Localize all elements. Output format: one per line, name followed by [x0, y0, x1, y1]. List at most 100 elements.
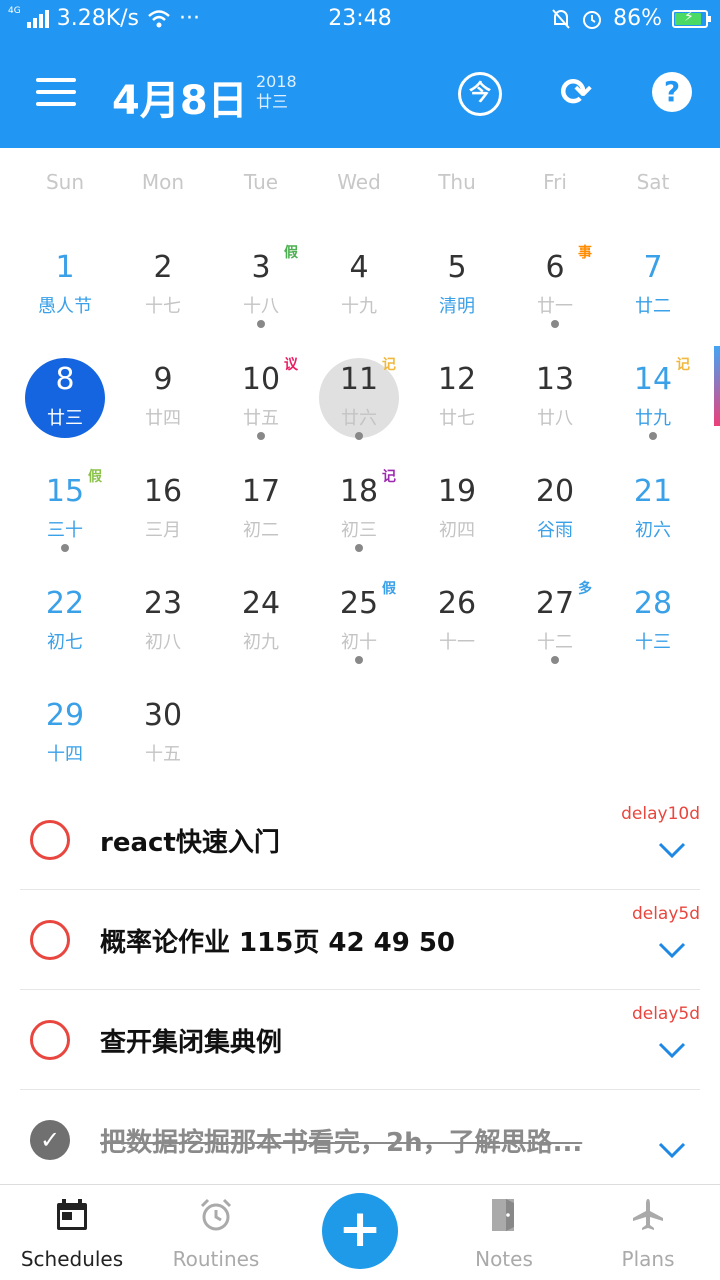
- calendar-day[interactable]: 22 初七: [16, 568, 114, 680]
- event-dot: [355, 544, 363, 552]
- task-checked-icon[interactable]: ✓: [30, 1120, 70, 1160]
- day-number: 13: [535, 362, 575, 397]
- nav-routines[interactable]: Routines: [144, 1185, 288, 1280]
- calendar-day[interactable]: 16 三月: [114, 456, 212, 568]
- day-lunar: 初四: [439, 520, 475, 541]
- day-number: 29: [45, 698, 85, 733]
- calendar-day[interactable]: 19 初四: [408, 456, 506, 568]
- lunar-label: 廿三: [256, 92, 289, 111]
- calendar-day[interactable]: 5 清明: [408, 232, 506, 344]
- day-number: 17: [241, 474, 281, 509]
- calendar-day[interactable]: 15 三十假: [16, 456, 114, 568]
- calendar-icon: [57, 1199, 87, 1230]
- calendar-day[interactable]: 30 十五: [114, 680, 212, 792]
- today-button[interactable]: 今: [458, 72, 502, 116]
- status-right: 86% ⚡: [551, 6, 711, 31]
- day-tag: 假: [284, 245, 298, 261]
- calendar-day[interactable]: 20 谷雨: [506, 456, 604, 568]
- current-date[interactable]: 4月8日: [112, 68, 248, 126]
- side-drawer-handle[interactable]: [714, 346, 720, 426]
- day-number: 9: [153, 362, 173, 397]
- event-dot: [551, 320, 559, 328]
- day-lunar: 十九: [341, 296, 377, 317]
- nav-routines-label: Routines: [172, 1247, 260, 1271]
- nav-notes[interactable]: Notes: [432, 1185, 576, 1280]
- weekday-thu: Thu: [438, 170, 476, 194]
- day-lunar: 十七: [145, 296, 181, 317]
- day-number: 22: [45, 586, 85, 621]
- calendar-day[interactable]: 3 十八假: [212, 232, 310, 344]
- calendar-day[interactable]: 13 廿八: [506, 344, 604, 456]
- calendar-day[interactable]: 24 初九: [212, 568, 310, 680]
- calendar-day[interactable]: 14 廿九记: [604, 344, 702, 456]
- calendar-day[interactable]: 29 十四: [16, 680, 114, 792]
- task-checkbox[interactable]: [30, 820, 70, 860]
- task-item[interactable]: react快速入门 delay10d: [20, 790, 700, 890]
- day-tag: 多: [578, 581, 592, 597]
- day-number: 19: [437, 474, 477, 509]
- add-button[interactable]: +: [322, 1193, 398, 1269]
- calendar-day[interactable]: 4 十九: [310, 232, 408, 344]
- calendar-day[interactable]: 9 廿四: [114, 344, 212, 456]
- battery-icon: ⚡: [672, 8, 711, 28]
- event-dot: [355, 656, 363, 664]
- day-lunar: 初三: [341, 520, 377, 541]
- calendar-day[interactable]: 23 初八: [114, 568, 212, 680]
- day-lunar: 初九: [243, 632, 279, 653]
- charging-icon: ⚡: [684, 8, 694, 25]
- calendar-day[interactable]: 18 初三记: [310, 456, 408, 568]
- calendar-day[interactable]: 28 十三: [604, 568, 702, 680]
- calendar-day[interactable]: 7 廿二: [604, 232, 702, 344]
- calendar-day[interactable]: 25 初十假: [310, 568, 408, 680]
- day-tag: 记: [382, 469, 396, 485]
- calendar-day[interactable]: 12 廿七: [408, 344, 506, 456]
- chevron-down-icon[interactable]: [658, 1040, 686, 1064]
- day-lunar: 廿一: [537, 296, 573, 317]
- day-lunar: 初十: [341, 632, 377, 653]
- nav-plans[interactable]: Plans: [576, 1185, 720, 1280]
- help-button[interactable]: ?: [652, 72, 692, 112]
- sync-icon[interactable]: ⟳: [556, 70, 596, 116]
- date-year-lunar: 2018 廿三: [256, 72, 297, 112]
- day-lunar: 初八: [145, 632, 181, 653]
- calendar-day[interactable]: 26 十一: [408, 568, 506, 680]
- day-tag: 记: [676, 357, 690, 373]
- day-number: 4: [349, 250, 369, 285]
- day-lunar: 廿八: [537, 408, 573, 429]
- day-tag: 记: [382, 357, 396, 373]
- menu-icon[interactable]: [36, 78, 76, 108]
- chevron-down-icon[interactable]: [658, 840, 686, 864]
- chevron-down-icon[interactable]: [658, 940, 686, 964]
- calendar-day[interactable]: 11 廿六记: [310, 344, 408, 456]
- event-dot: [61, 544, 69, 552]
- task-checkbox[interactable]: [30, 1020, 70, 1060]
- day-lunar: 廿七: [439, 408, 475, 429]
- calendar-day[interactable]: 2 十七: [114, 232, 212, 344]
- task-checkbox[interactable]: [30, 920, 70, 960]
- year-label: 2018: [256, 72, 297, 91]
- task-item[interactable]: 概率论作业 115页 42 49 50 delay5d: [20, 890, 700, 990]
- calendar-day[interactable]: 10 廿五议: [212, 344, 310, 456]
- app-header: 4G 3.28K/s ··· 23:48 86% ⚡ 4月8日 2018 廿三 …: [0, 0, 720, 148]
- task-item[interactable]: ✓ 把数据挖掘那本书看完，2h，了解思路...: [20, 1090, 700, 1190]
- chevron-down-icon[interactable]: [658, 1140, 686, 1164]
- calendar-day[interactable]: 27 十二多: [506, 568, 604, 680]
- calendar-day[interactable]: 8 廿三: [16, 344, 114, 456]
- calendar-day[interactable]: 21 初六: [604, 456, 702, 568]
- task-delay-badge: delay5d: [631, 904, 700, 924]
- task-title: 把数据挖掘那本书看完，2h，了解思路...: [100, 1128, 583, 1158]
- day-number: 8: [55, 362, 75, 397]
- event-dot: [257, 432, 265, 440]
- event-dot: [355, 432, 363, 440]
- calendar-day[interactable]: 1 愚人节: [16, 232, 114, 344]
- event-dot: [649, 432, 657, 440]
- task-list: react快速入门 delay10d 概率论作业 115页 42 49 50 d…: [20, 790, 700, 1190]
- calendar-day[interactable]: 6 廿一事: [506, 232, 604, 344]
- task-item[interactable]: 查开集闭集典例 delay5d: [20, 990, 700, 1090]
- weekday-sat: Sat: [636, 170, 670, 194]
- day-number: 20: [535, 474, 575, 509]
- day-number: 2: [153, 250, 173, 285]
- day-lunar: 十四: [47, 744, 83, 765]
- calendar-day[interactable]: 17 初二: [212, 456, 310, 568]
- nav-schedules[interactable]: Schedules: [0, 1185, 144, 1280]
